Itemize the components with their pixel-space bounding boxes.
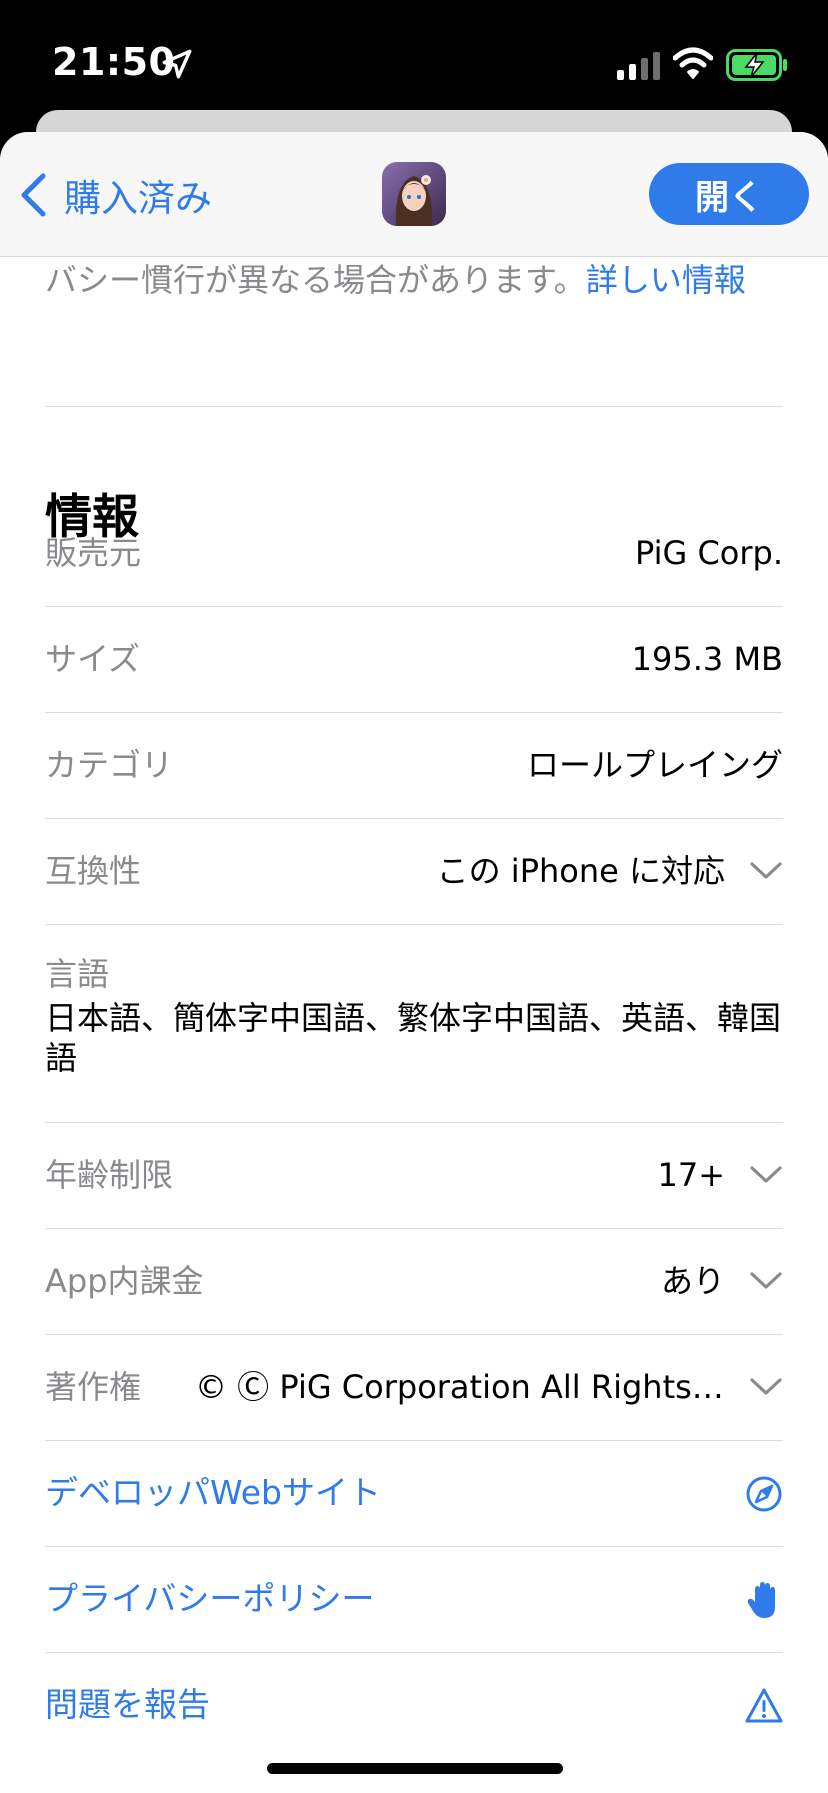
developer-website-link[interactable]: デベロッパWebサイト bbox=[45, 1440, 783, 1546]
cellular-signal-icon bbox=[617, 52, 660, 80]
row-compatibility[interactable]: 互換性 この iPhone に対応 bbox=[45, 818, 783, 924]
category-value: ロールプレイング bbox=[526, 746, 783, 784]
status-bar: 21:50 bbox=[0, 0, 828, 120]
battery-charging-icon bbox=[726, 49, 787, 81]
row-seller: 販売元 PiG Corp. bbox=[45, 500, 783, 606]
compass-icon bbox=[746, 1476, 782, 1512]
report-problem-link[interactable]: 問題を報告 bbox=[45, 1652, 783, 1758]
status-time: 21:50 bbox=[52, 40, 176, 84]
row-languages: 言語 日本語、簡体字中国語、繁体字中国語、英語、韓国語 bbox=[45, 924, 783, 1078]
chevron-down-icon[interactable] bbox=[749, 1376, 783, 1398]
chevron-down-icon[interactable] bbox=[749, 1164, 783, 1186]
privacy-note: バシー慣行が異なる場合があります。詳しい情報 bbox=[45, 258, 785, 303]
compatibility-label: 互換性 bbox=[45, 852, 142, 890]
hand-icon bbox=[747, 1582, 775, 1618]
in-app-purchases-value: あり bbox=[660, 1262, 725, 1300]
open-button[interactable]: 開く bbox=[649, 163, 809, 225]
in-app-purchases-label: App内課金 bbox=[45, 1262, 204, 1300]
divider bbox=[45, 406, 783, 407]
row-age-rating[interactable]: 年齢制限 17+ bbox=[45, 1122, 783, 1228]
wifi-icon bbox=[673, 47, 713, 79]
age-rating-label: 年齢制限 bbox=[45, 1156, 174, 1194]
navigation-bar: 購入済み 開く bbox=[0, 132, 828, 257]
location-arrow-icon bbox=[162, 49, 192, 79]
copyright-label: 著作権 bbox=[45, 1368, 142, 1406]
chevron-left-icon bbox=[21, 173, 46, 217]
row-size: サイズ 195.3 MB bbox=[45, 606, 783, 712]
report-problem-label: 問題を報告 bbox=[45, 1685, 210, 1724]
size-value: 195.3 MB bbox=[631, 640, 783, 678]
chevron-down-icon[interactable] bbox=[749, 1270, 783, 1292]
age-rating-value: 17+ bbox=[657, 1156, 725, 1194]
privacy-text: バシー慣行が異なる場合があります。 bbox=[45, 261, 586, 299]
back-label: 購入済み bbox=[64, 177, 212, 220]
row-copyright[interactable]: 著作権 © Ⓒ PiG Corporation All Rights R... bbox=[45, 1334, 783, 1440]
chevron-down-icon[interactable] bbox=[749, 860, 783, 882]
back-button[interactable]: 購入済み bbox=[18, 170, 212, 220]
home-indicator[interactable] bbox=[267, 1763, 563, 1774]
copyright-value: © Ⓒ PiG Corporation All Rights R... bbox=[195, 1368, 725, 1406]
seller-value: PiG Corp. bbox=[634, 534, 783, 572]
languages-label: 言語 bbox=[45, 955, 110, 993]
warning-icon bbox=[745, 1688, 783, 1723]
app-icon bbox=[382, 162, 446, 226]
compatibility-value: この iPhone に対応 bbox=[436, 852, 725, 890]
row-in-app-purchases[interactable]: App内課金 あり bbox=[45, 1228, 783, 1334]
seller-label: 販売元 bbox=[45, 534, 142, 572]
row-category: カテゴリ ロールプレイング bbox=[45, 712, 783, 818]
category-label: カテゴリ bbox=[45, 746, 174, 784]
languages-value: 日本語、簡体字中国語、繁体字中国語、英語、韓国語 bbox=[45, 999, 782, 1077]
privacy-details-link[interactable]: 詳しい情報 bbox=[586, 261, 746, 299]
privacy-policy-link[interactable]: プライバシーポリシー bbox=[45, 1546, 783, 1652]
developer-website-label: デベロッパWebサイト bbox=[45, 1473, 381, 1512]
size-label: サイズ bbox=[45, 640, 141, 678]
app-detail-sheet: 購入済み 開く バシー慣行が異なる場合があります。詳しい情報 情報 販売元 Pi… bbox=[0, 132, 828, 1793]
privacy-policy-label: プライバシーポリシー bbox=[45, 1579, 375, 1618]
